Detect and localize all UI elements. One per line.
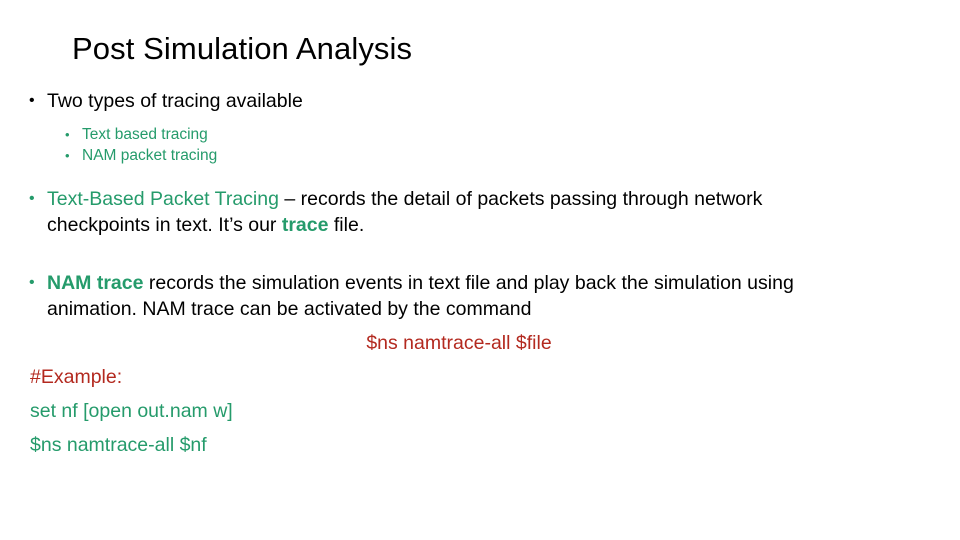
bullet-dot-icon: • bbox=[65, 148, 70, 163]
bullet-dot-icon: • bbox=[29, 92, 35, 109]
term-text-based-packet-tracing: Text-Based Packet Tracing bbox=[47, 188, 279, 210]
bullet-dot-icon: • bbox=[29, 274, 35, 291]
paragraph-nam-body: records the simulation events in text fi… bbox=[47, 272, 794, 320]
term-nam-trace: NAM trace bbox=[47, 272, 144, 294]
slide-title: Post Simulation Analysis bbox=[72, 31, 413, 66]
bullet-dot-icon: • bbox=[29, 190, 35, 207]
bullet-nam-packet-tracing-label: NAM packet tracing bbox=[82, 147, 218, 164]
paragraph-nam-trace: • NAM trace records the simulation event… bbox=[0, 270, 960, 322]
bullet-two-types-label: Two types of tracing available bbox=[47, 90, 303, 112]
bullet-text-based-tracing: • Text based tracing bbox=[0, 124, 960, 145]
example-line-set-nf-open: set nf [open out.nam w] bbox=[30, 400, 233, 422]
bullet-dot-icon: • bbox=[65, 127, 70, 142]
slide-canvas: Post Simulation Analysis • Two types of … bbox=[0, 0, 960, 540]
paragraph-text-based-tracing-text: Text-Based Packet Tracing – records the … bbox=[47, 186, 847, 238]
highlight-trace: trace bbox=[281, 214, 329, 236]
slide-body: • Two types of tracing available • Text … bbox=[0, 88, 960, 458]
bullet-text-based-tracing-label: Text based tracing bbox=[82, 126, 208, 143]
command-line-namtrace-all-file: $ns namtrace-all $file bbox=[366, 332, 552, 354]
bullet-nam-packet-tracing: • NAM packet tracing bbox=[0, 145, 960, 166]
paragraph-text-based-tracing: • Text-Based Packet Tracing – records th… bbox=[0, 186, 960, 238]
bullet-two-types: • Two types of tracing available bbox=[0, 88, 960, 114]
paragraph-nam-trace-text: NAM trace records the simulation events … bbox=[47, 270, 847, 322]
paragraph-body-part2: file. bbox=[328, 214, 365, 236]
example-label: #Example: bbox=[30, 366, 123, 388]
example-line-ns-namtrace-all-nf: $ns namtrace-all $nf bbox=[30, 434, 207, 456]
